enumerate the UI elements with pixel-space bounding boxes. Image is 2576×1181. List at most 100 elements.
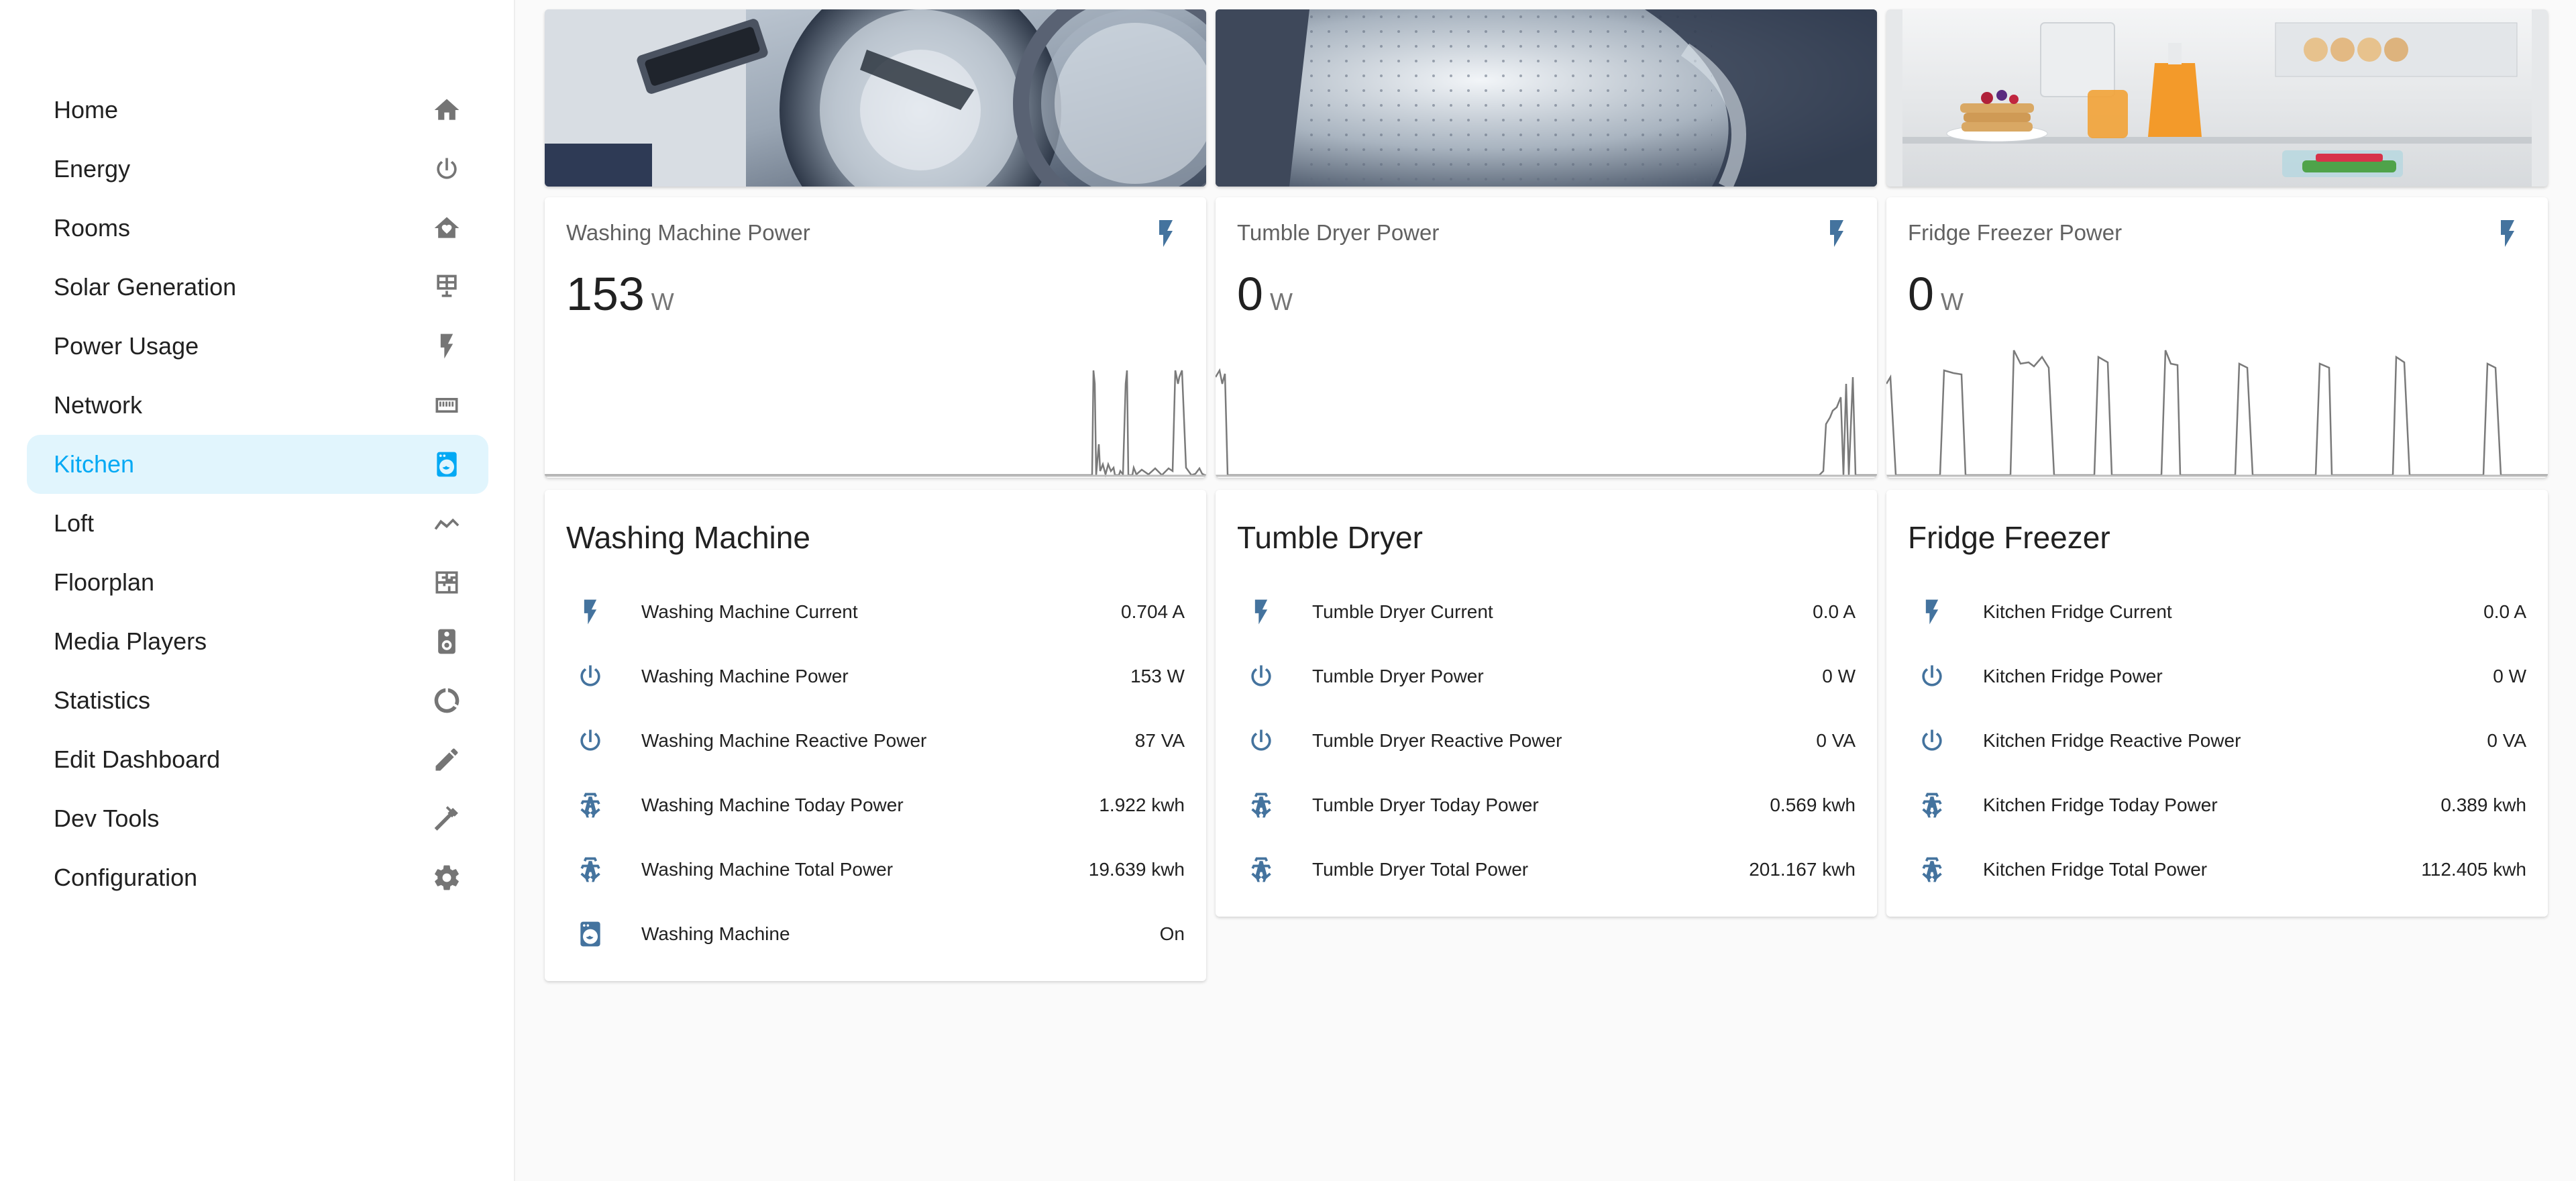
entity-row[interactable]: Kitchen Fridge Today Power 0.389 kwh: [1886, 773, 2548, 837]
solar-panel-icon: [432, 272, 462, 302]
entity-value: 87 VA: [1134, 730, 1185, 751]
transmission-tower-icon: [576, 855, 605, 884]
washing-machine-picture: [545, 9, 1206, 187]
sidebar-item-label: Solar Generation: [54, 273, 237, 301]
fridge-freezer-column: Fridge Freezer Power 0W Fridge Freezer K…: [1886, 9, 2548, 917]
entity-row[interactable]: Washing Machine On: [545, 902, 1206, 966]
sidebar-item-loft[interactable]: Loft: [27, 494, 488, 553]
card-title: Fridge Freezer: [1908, 520, 2110, 555]
transmission-tower-icon: [1246, 790, 1276, 820]
entity-row[interactable]: Tumble Dryer Power 0 W: [1216, 644, 1877, 709]
sidebar-item-rooms[interactable]: Rooms: [27, 199, 488, 258]
washing-machine-icon: [576, 919, 605, 949]
entity-value: 0.0 A: [1813, 601, 1856, 622]
washing-machine-column: Washing Machine Power 153 W Washing Machi…: [545, 9, 1206, 981]
entity-row[interactable]: Kitchen Fridge Current 0.0 A: [1886, 580, 2548, 644]
entity-value: 0.0 A: [2483, 601, 2526, 622]
home-heart-icon: [432, 213, 462, 243]
washing-machine-power-sensor-card[interactable]: Washing Machine Power 153 W: [545, 197, 1206, 478]
sidebar-item-label: Network: [54, 391, 143, 419]
sidebar-item-power-usage[interactable]: Power Usage: [27, 317, 488, 376]
transmission-tower-icon: [576, 790, 605, 820]
hammer-icon: [432, 804, 462, 833]
sidebar-item-label: Energy: [54, 155, 131, 183]
sidebar-item-label: Rooms: [54, 214, 131, 242]
entity-row[interactable]: Kitchen Fridge Total Power 112.405 kwh: [1886, 837, 2548, 902]
sidebar-item-media-players[interactable]: Media Players: [27, 612, 488, 671]
power-icon: [576, 662, 605, 691]
sensor-name: Tumble Dryer Power: [1237, 220, 1440, 245]
entity-label: Tumble Dryer Current: [1312, 601, 1493, 622]
entity-value: 0.389 kwh: [2440, 794, 2526, 815]
entity-label: Tumble Dryer Total Power: [1312, 859, 1529, 880]
pencil-icon: [432, 745, 462, 774]
sidebar-item-edit-dashboard[interactable]: Edit Dashboard: [27, 730, 488, 789]
entity-value: 0.569 kwh: [1770, 794, 1856, 815]
entity-row[interactable]: Washing Machine Reactive Power 87 VA: [545, 709, 1206, 773]
tumble-dryer-picture: [1216, 9, 1877, 187]
entity-value: On: [1159, 923, 1185, 944]
entity-row[interactable]: Washing Machine Total Power 19.639 kwh: [545, 837, 1206, 902]
flash-icon: [1150, 217, 1182, 250]
entity-value: 0 W: [2493, 666, 2526, 686]
washing-machine-icon: [432, 450, 462, 479]
transmission-tower-icon: [1246, 855, 1276, 884]
entity-row[interactable]: Tumble Dryer Reactive Power 0 VA: [1216, 709, 1877, 773]
floorplan-icon: [432, 568, 462, 597]
sidebar-item-solar-generation[interactable]: Solar Generation: [27, 258, 488, 317]
sidebar-item-label: Floorplan: [54, 568, 155, 596]
entity-label: Washing Machine Reactive Power: [641, 730, 927, 751]
entity-value: 1.922 kwh: [1099, 794, 1185, 815]
washing-machine-entities-card: Washing Machine Washing Machine Current …: [545, 490, 1206, 981]
entity-label: Washing Machine Current: [641, 601, 858, 622]
entity-row[interactable]: Kitchen Fridge Reactive Power 0 VA: [1886, 709, 2548, 773]
entity-value: 0 VA: [2487, 730, 2526, 751]
entity-row[interactable]: Washing Machine Today Power 1.922 kwh: [545, 773, 1206, 837]
sidebar-item-floorplan[interactable]: Floorplan: [27, 553, 488, 612]
entity-row[interactable]: Washing Machine Current 0.704 A: [545, 580, 1206, 644]
sidebar-item-label: Media Players: [54, 627, 207, 655]
sensor-value-number: 153: [566, 268, 645, 320]
tumble-dryer-power-sensor-card[interactable]: Tumble Dryer Power 0W: [1216, 197, 1877, 478]
fridge-freezer-power-sensor-card[interactable]: Fridge Freezer Power 0W: [1886, 197, 2548, 478]
home-icon: [432, 95, 462, 125]
entity-label: Tumble Dryer Reactive Power: [1312, 730, 1562, 751]
fridge-freezer-entities-card: Fridge Freezer Kitchen Fridge Current 0.…: [1886, 490, 2548, 917]
entity-value: 0 VA: [1816, 730, 1856, 751]
power-icon: [1246, 662, 1276, 691]
sidebar-item-label: Kitchen: [54, 450, 135, 478]
sidebar-item-label: Configuration: [54, 864, 198, 891]
entity-row[interactable]: Washing Machine Power 153 W: [545, 644, 1206, 709]
sensor-name: Washing Machine Power: [566, 220, 810, 245]
sidebar-item-network[interactable]: Network: [27, 376, 488, 435]
sidebar-item-configuration[interactable]: Configuration: [27, 848, 488, 907]
sidebar-item-kitchen[interactable]: Kitchen: [27, 435, 488, 494]
loft-icon: [432, 509, 462, 538]
sensor-value: 0W: [1908, 267, 1964, 321]
entity-label: Washing Machine Today Power: [641, 794, 904, 815]
sidebar-item-label: Dev Tools: [54, 805, 160, 832]
entity-row[interactable]: Tumble Dryer Total Power 201.167 kwh: [1216, 837, 1877, 902]
sidebar-item-dev-tools[interactable]: Dev Tools: [27, 789, 488, 848]
entity-label: Tumble Dryer Today Power: [1312, 794, 1539, 815]
entity-label: Washing Machine: [641, 923, 790, 944]
sensor-unit: W: [1269, 288, 1293, 315]
sensor-value-number: 0: [1908, 268, 1934, 320]
entity-row[interactable]: Kitchen Fridge Power 0 W: [1886, 644, 2548, 709]
sidebar-item-home[interactable]: Home: [27, 81, 488, 140]
sidebar-item-label: Statistics: [54, 686, 151, 714]
entity-value: 0.704 A: [1121, 601, 1185, 622]
sidebar-item-energy[interactable]: Energy: [27, 140, 488, 199]
card-title: Washing Machine: [566, 520, 810, 555]
flash-icon: [576, 597, 605, 627]
entity-row[interactable]: Tumble Dryer Today Power 0.569 kwh: [1216, 773, 1877, 837]
entity-row[interactable]: Tumble Dryer Current 0.0 A: [1216, 580, 1877, 644]
entity-label: Kitchen Fridge Total Power: [1983, 859, 2208, 880]
washing-machine-power-history: [545, 344, 1206, 478]
sidebar-nav: Home Energy Rooms Solar Generation Power…: [27, 81, 488, 907]
sidebar: Home Energy Rooms Solar Generation Power…: [0, 0, 515, 1181]
flash-icon: [432, 331, 462, 361]
ethernet-icon: [432, 391, 462, 420]
tumble-dryer-column: Tumble Dryer Power 0W Tumble Dryer Tumbl…: [1216, 9, 1877, 917]
sidebar-item-statistics[interactable]: Statistics: [27, 671, 488, 730]
